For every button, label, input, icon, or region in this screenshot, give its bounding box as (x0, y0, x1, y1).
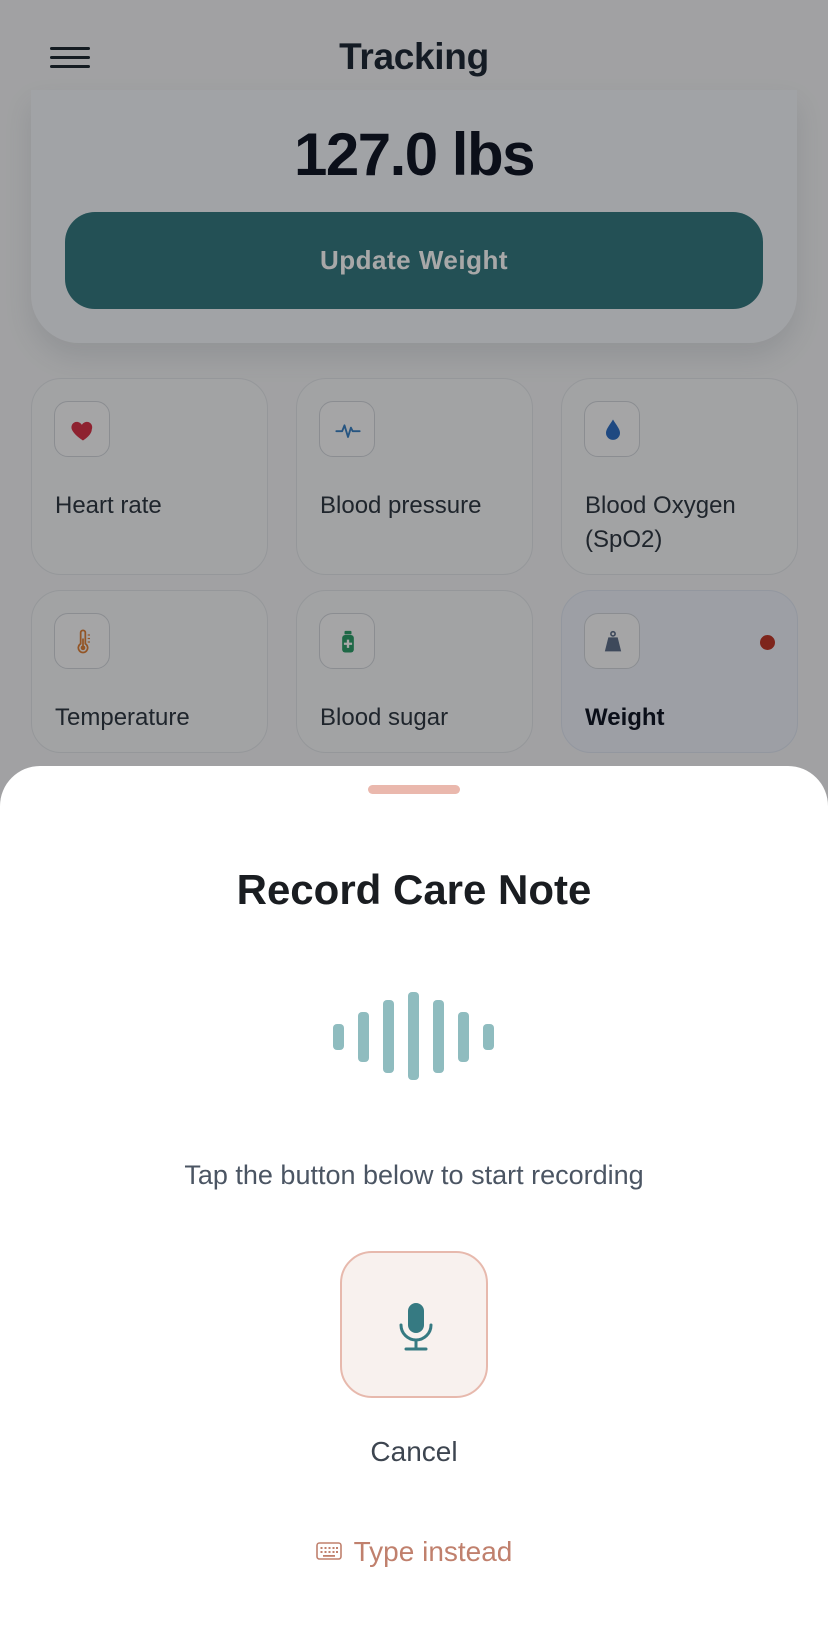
record-care-note-sheet: Record Care Note Tap the button below to… (0, 766, 828, 1637)
sheet-drag-handle[interactable] (368, 785, 460, 794)
microphone-icon (399, 1303, 433, 1351)
recording-hint: Tap the button below to start recording (184, 1160, 644, 1190)
record-button[interactable] (340, 1251, 488, 1398)
keyboard-icon (315, 1541, 342, 1560)
type-instead-label: Type instead (353, 1536, 513, 1567)
sheet-title: Record Care Note (236, 866, 592, 913)
cancel-button[interactable]: Cancel (0, 1436, 828, 1468)
waveform-icon (333, 992, 495, 1080)
type-instead-button[interactable]: Type instead (0, 1536, 828, 1568)
